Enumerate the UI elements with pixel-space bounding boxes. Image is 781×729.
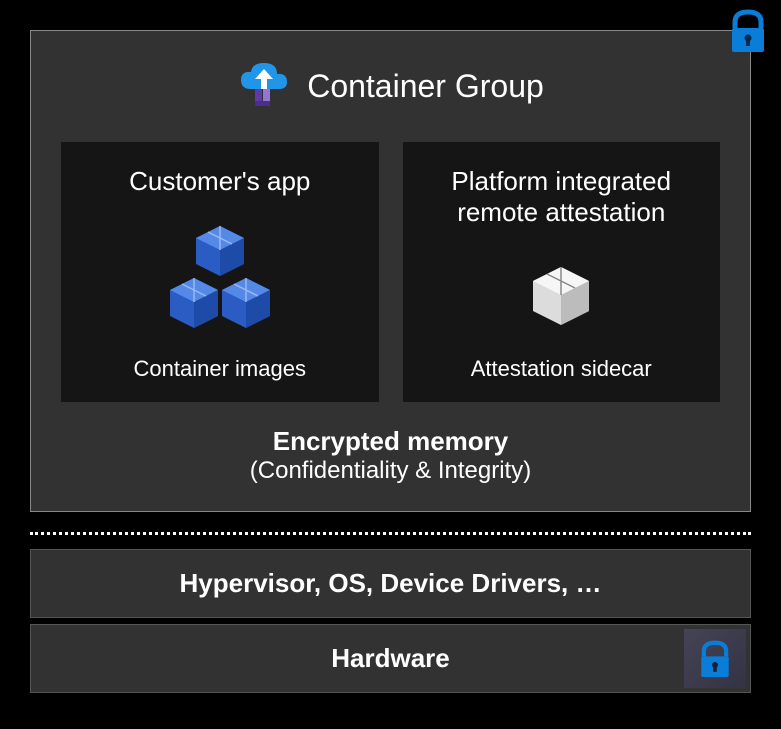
hardware-label: Hardware bbox=[331, 643, 450, 673]
encrypted-memory-row: Encrypted memory (Confidentiality & Inte… bbox=[61, 402, 720, 511]
attestation-subtitle: Attestation sidecar bbox=[471, 356, 652, 382]
hardware-layer: Hardware bbox=[30, 624, 751, 693]
hardware-security-badge bbox=[684, 629, 746, 688]
hypervisor-layer: Hypervisor, OS, Device Drivers, … bbox=[30, 549, 751, 618]
cloud-upload-icon bbox=[237, 59, 291, 114]
container-images-icon bbox=[150, 215, 290, 344]
customer-app-title: Customer's app bbox=[129, 166, 310, 197]
customer-app-subtitle: Container images bbox=[134, 356, 306, 382]
container-group-panel: Container Group Customer's app bbox=[30, 30, 751, 512]
attestation-sidecar-icon bbox=[526, 246, 596, 344]
attestation-title: Platform integrated remote attestation bbox=[419, 166, 705, 228]
trust-boundary-divider bbox=[30, 532, 751, 535]
customer-app-box: Customer's app bbox=[61, 142, 379, 402]
secure-lock-icon-top bbox=[727, 8, 769, 59]
encrypted-memory-subtitle: (Confidentiality & Integrity) bbox=[61, 457, 720, 485]
containers-row: Customer's app bbox=[61, 142, 720, 402]
container-group-header: Container Group bbox=[61, 59, 720, 114]
attestation-box: Platform integrated remote attestation A… bbox=[403, 142, 721, 402]
hypervisor-label: Hypervisor, OS, Device Drivers, … bbox=[180, 568, 602, 598]
lock-icon bbox=[697, 639, 733, 679]
encrypted-memory-title: Encrypted memory bbox=[61, 426, 720, 457]
container-group-title: Container Group bbox=[307, 68, 544, 105]
